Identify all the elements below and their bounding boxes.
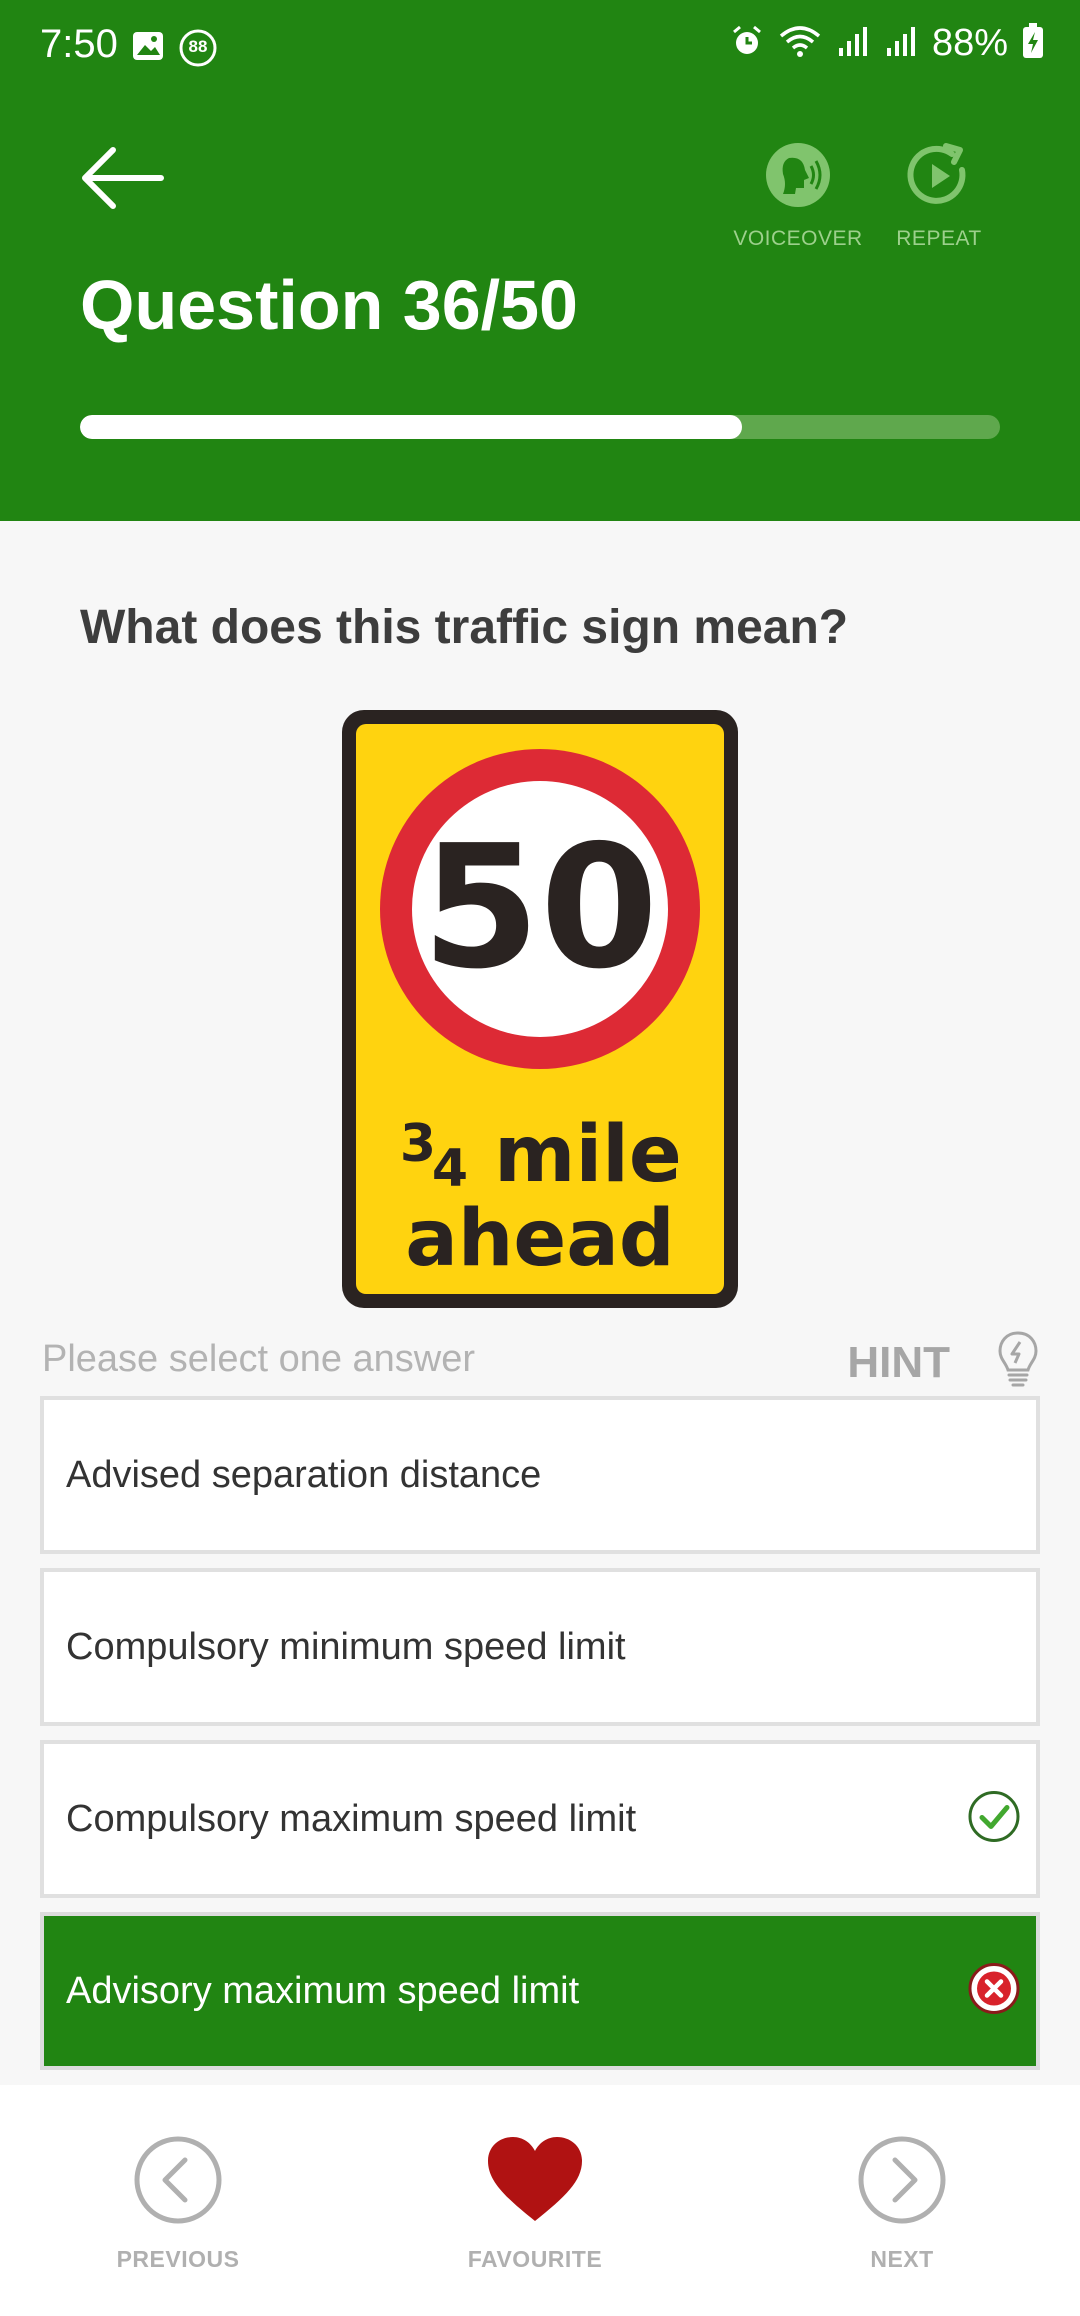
answer-text: Compulsory minimum speed limit — [66, 1625, 626, 1668]
progress-bar — [80, 415, 1000, 439]
heart-icon — [425, 2135, 645, 2230]
hint-button[interactable]: HINT — [847, 1330, 1040, 1395]
image-icon — [130, 28, 166, 69]
status-bar: 7:50 88 88% — [0, 0, 1080, 96]
chevron-right-icon — [792, 2135, 1012, 2230]
wifi-icon — [778, 24, 822, 63]
voiceover-icon — [728, 140, 868, 215]
sign-speed: 50 — [422, 809, 659, 1007]
battery-percent: 88% — [931, 22, 1008, 64]
next-button[interactable]: NEXT — [792, 2135, 1012, 2273]
repeat-icon — [869, 140, 1009, 215]
check-icon — [966, 1789, 1022, 1850]
favourite-label: FAVOURITE — [467, 2246, 603, 2272]
next-label: NEXT — [870, 2246, 934, 2272]
alarm-icon — [730, 24, 764, 63]
answer-text: Compulsory maximum speed limit — [66, 1797, 637, 1840]
hint-label: HINT — [847, 1337, 950, 1387]
bottom-nav: PREVIOUS FAVOURITE NEXT — [0, 2085, 1080, 2316]
answer-option[interactable]: Compulsory minimum speed limit — [40, 1568, 1040, 1726]
answer-text: Advised separation distance — [66, 1453, 542, 1496]
badge-text: 88 — [188, 37, 208, 56]
progress-fill — [80, 415, 743, 439]
previous-button[interactable]: PREVIOUS — [68, 2135, 288, 2273]
answer-list: Advised separation distance Compulsory m… — [40, 1396, 1040, 2084]
status-time: 7:50 — [40, 22, 118, 66]
repeat-button[interactable]: REPEAT — [869, 140, 1009, 251]
status-right: 88% — [730, 22, 1044, 65]
previous-label: PREVIOUS — [116, 2246, 240, 2272]
signal-icon — [884, 24, 918, 63]
header: 7:50 88 88% VOICEOVER REPEAT Question 36… — [0, 0, 1080, 521]
traffic-sign-image: 50 3 4 mile ahead — [338, 706, 742, 1312]
question-title: Question 36/50 — [80, 266, 578, 344]
quiz-screen: 7:50 88 88% VOICEOVER REPEAT Question 36… — [0, 0, 1080, 2316]
answer-text: Advisory maximum speed limit — [66, 1969, 580, 2012]
answer-option-correct[interactable]: Compulsory maximum speed limit — [40, 1740, 1040, 1898]
chevron-left-icon — [68, 2135, 288, 2230]
instructions: Please select one answer — [42, 1338, 476, 1380]
lightbulb-icon — [996, 1330, 1040, 1395]
question-prompt: What does this traffic sign mean? — [80, 601, 849, 654]
repeat-label: REPEAT — [896, 227, 982, 250]
voiceover-button[interactable]: VOICEOVER — [728, 140, 868, 251]
battery-icon — [1022, 23, 1044, 64]
cross-icon — [966, 1961, 1022, 2022]
favourite-button[interactable]: FAVOURITE — [425, 2135, 645, 2273]
voiceover-label: VOICEOVER — [733, 227, 863, 250]
badge-icon: 88 — [178, 28, 218, 68]
answer-option-selected[interactable]: Advisory maximum speed limit — [40, 1912, 1040, 2070]
signal-icon — [836, 24, 870, 63]
sign-line1-word: mile — [494, 1110, 682, 1200]
back-button[interactable] — [72, 140, 172, 220]
sign-fraction-numerator: 3 — [400, 1114, 436, 1174]
back-arrow-icon — [77, 143, 167, 218]
answer-option[interactable]: Advised separation distance — [40, 1396, 1040, 1554]
status-left-icons: 88 — [130, 28, 218, 69]
sign-fraction-denominator: 4 — [432, 1139, 468, 1199]
sign-line2: ahead — [405, 1194, 675, 1284]
